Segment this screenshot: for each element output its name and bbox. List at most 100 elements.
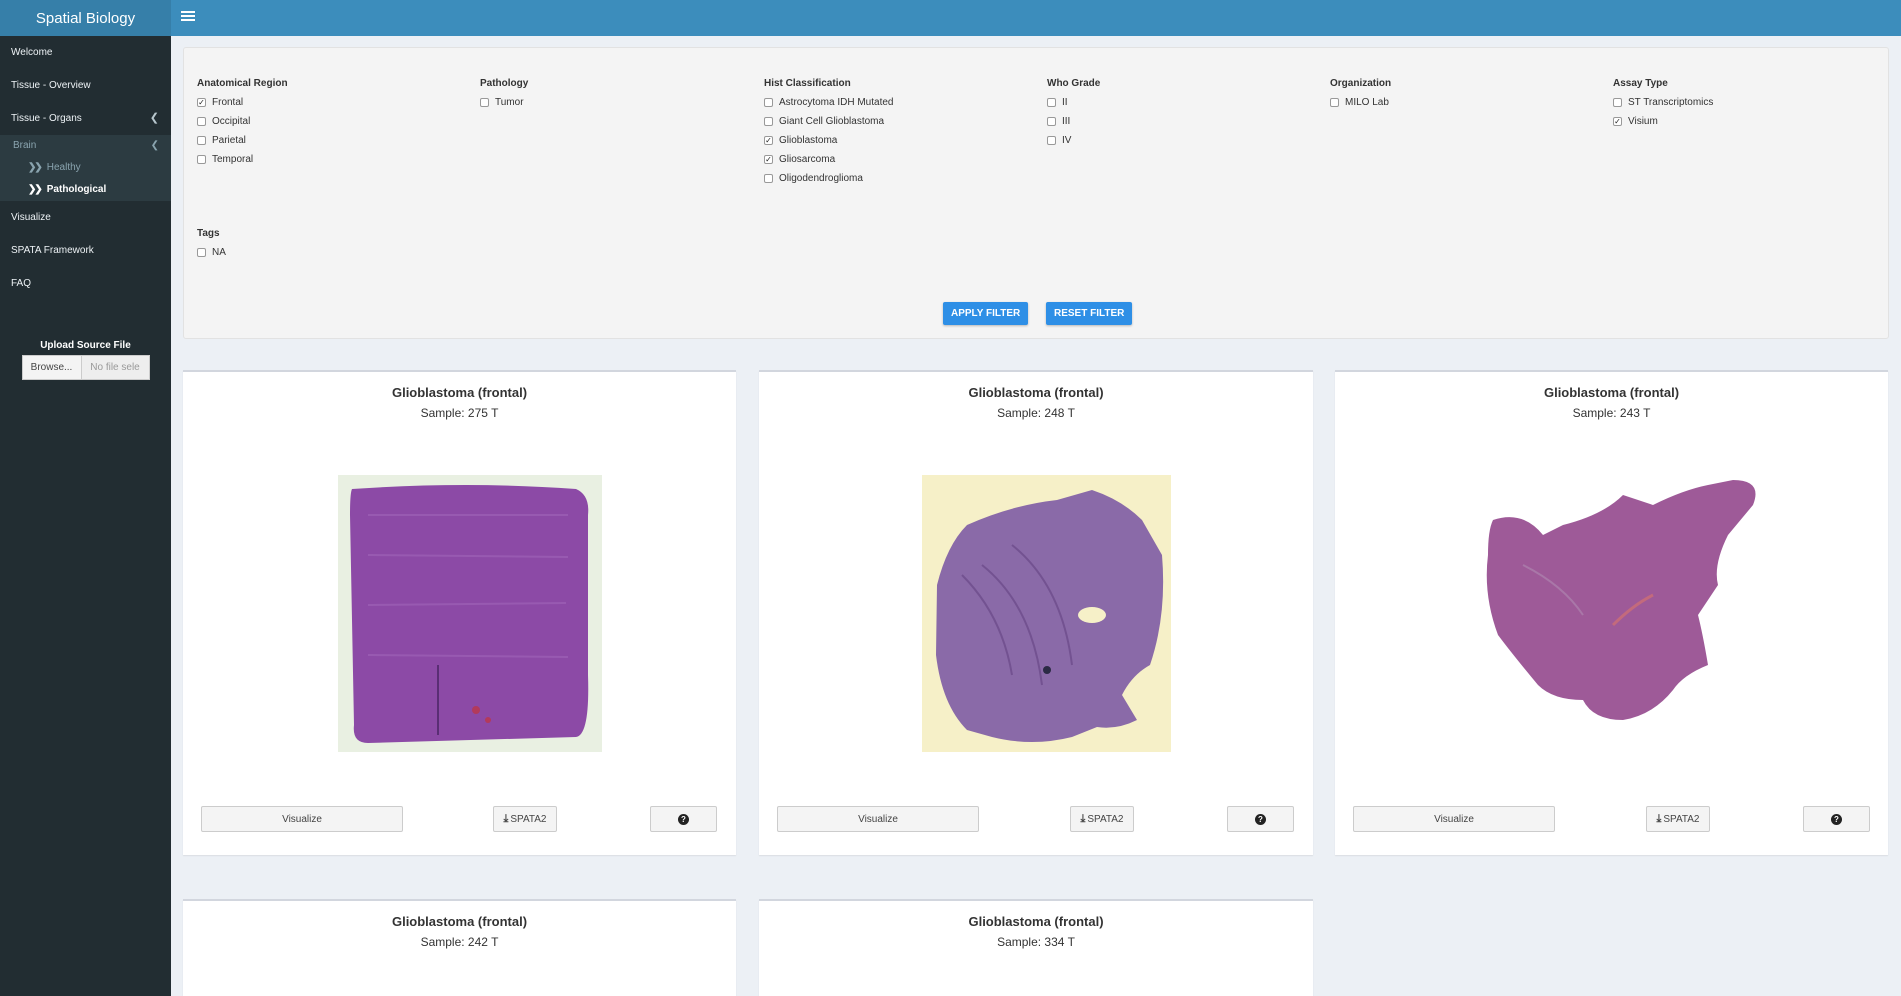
checkbox-grade-ii[interactable]: II xyxy=(1047,93,1100,112)
app-logo[interactable]: Spatial Biology xyxy=(0,0,171,36)
checkbox-gliosarcoma[interactable]: ✓ Gliosarcoma xyxy=(764,150,893,169)
button-label: Visualize xyxy=(282,813,322,825)
question-circle-icon: ? xyxy=(1831,813,1842,825)
option-label: Astrocytoma IDH Mutated xyxy=(779,97,894,108)
file-name-field[interactable]: No file sele xyxy=(81,355,150,380)
option-label: Glioblastoma xyxy=(779,135,838,146)
option-label: IV xyxy=(1062,135,1072,146)
visualize-button[interactable]: Visualize xyxy=(201,806,403,832)
sidebar-item-tissue-organs[interactable]: Tissue - Organs ❮ xyxy=(0,102,171,135)
download-spata2-button[interactable]: ⤓ SPATA2 xyxy=(493,806,557,832)
checkbox-icon xyxy=(1330,98,1339,107)
button-label: SPATA2 xyxy=(510,813,547,825)
checkbox-icon xyxy=(1047,117,1056,126)
chevron-left-icon: ❮ xyxy=(150,140,159,151)
filter-heading: Organization xyxy=(1330,78,1392,89)
checkbox-parietal[interactable]: Parietal xyxy=(197,131,288,150)
option-label: Temporal xyxy=(212,154,254,165)
visualize-button[interactable]: Visualize xyxy=(1353,806,1555,832)
sample-card: Glioblastoma (frontal) Sample: 334 T xyxy=(759,899,1313,996)
button-label: SPATA2 xyxy=(1663,813,1700,825)
card-title: Glioblastoma (frontal) xyxy=(1543,385,1680,400)
help-button[interactable]: ? xyxy=(650,806,717,832)
checkbox-icon xyxy=(480,98,489,107)
visualize-button[interactable]: Visualize xyxy=(777,806,979,832)
checkbox-icon: ✓ xyxy=(764,135,773,145)
sidebar-item-healthy[interactable]: ❯❯ Healthy xyxy=(0,157,171,179)
checkbox-tumor[interactable]: Tumor xyxy=(480,93,528,112)
sample-card: Glioblastoma (frontal) Sample: 275 T Vis… xyxy=(183,370,736,855)
card-sample: Sample: 242 T xyxy=(420,935,499,949)
sidebar-item-brain[interactable]: Brain ❮ xyxy=(0,135,171,157)
sample-card: Glioblastoma (frontal) Sample: 242 T xyxy=(183,899,736,996)
filter-organization: Organization MILO Lab xyxy=(1330,78,1391,112)
filter-heading: Hist Classification xyxy=(764,78,851,89)
sidebar-item-label: Healthy xyxy=(46,162,81,173)
checkbox-na[interactable]: NA xyxy=(197,243,226,262)
filter-heading: Who Grade xyxy=(1047,78,1101,89)
option-label: Gliosarcoma xyxy=(779,154,836,165)
filter-tags: Tags NA xyxy=(197,228,226,262)
filter-anatomical-region: Anatomical Region ✓ Frontal Occipital Par… xyxy=(197,78,288,169)
option-label: MILO Lab xyxy=(1345,97,1389,108)
checkbox-oligodendroglioma[interactable]: Oligodendroglioma xyxy=(764,169,893,188)
option-label: Frontal xyxy=(212,97,244,108)
checkbox-frontal[interactable]: ✓ Frontal xyxy=(197,93,288,112)
sidebar-item-visualize[interactable]: Visualize xyxy=(0,201,171,234)
double-chevron-right-icon: ❯❯ xyxy=(28,162,43,173)
option-label: Occipital xyxy=(212,116,251,127)
card-sample: Sample: 248 T xyxy=(997,406,1075,420)
filter-heading: Pathology xyxy=(480,78,529,89)
checkbox-temporal[interactable]: Temporal xyxy=(197,150,288,169)
browse-button[interactable]: Browse... xyxy=(21,355,82,380)
sidebar-item-label: Brain xyxy=(13,140,37,151)
card-title: Glioblastoma (frontal) xyxy=(968,914,1104,929)
checkbox-st-transcriptomics[interactable]: ST Transcriptomics xyxy=(1613,93,1713,112)
option-label: Giant Cell Glioblastoma xyxy=(779,116,885,127)
sample-card: Glioblastoma (frontal) Sample: 248 T Vis… xyxy=(759,370,1313,855)
checkbox-icon: ✓ xyxy=(764,154,773,164)
filter-panel: Anatomical Region ✓ Frontal Occipital Par… xyxy=(183,47,1889,339)
checkbox-icon xyxy=(1047,136,1056,145)
checkbox-milo-lab[interactable]: MILO Lab xyxy=(1330,93,1391,112)
checkbox-icon xyxy=(197,136,206,145)
option-label: Oligodendroglioma xyxy=(779,173,863,184)
checkbox-visium[interactable]: ✓ Visium xyxy=(1613,112,1713,131)
filter-who-grade: Who Grade II III IV xyxy=(1047,78,1100,150)
card-title: Glioblastoma (frontal) xyxy=(968,385,1104,400)
checkbox-occipital[interactable]: Occipital xyxy=(197,112,288,131)
download-spata2-button[interactable]: ⤓ SPATA2 xyxy=(1646,806,1710,832)
reset-filter-button[interactable]: RESET FILTER xyxy=(1046,302,1133,325)
checkbox-icon xyxy=(764,98,773,107)
checkbox-grade-iii[interactable]: III xyxy=(1047,112,1100,131)
card-sample: Sample: 275 T xyxy=(420,406,499,420)
download-spata2-button[interactable]: ⤓ SPATA2 xyxy=(1070,806,1134,832)
sidebar-item-spata-framework[interactable]: SPATA Framework xyxy=(0,234,171,267)
checkbox-icon xyxy=(764,117,773,126)
checkbox-glioblastoma[interactable]: ✓ Glioblastoma xyxy=(764,131,893,150)
sidebar-item-welcome[interactable]: Welcome xyxy=(0,36,171,69)
checkbox-giant-cell-glioblastoma[interactable]: Giant Cell Glioblastoma xyxy=(764,112,893,131)
chevron-left-icon: ❮ xyxy=(149,112,159,124)
checkbox-astrocytoma[interactable]: Astrocytoma IDH Mutated xyxy=(764,93,893,112)
help-button[interactable]: ? xyxy=(1803,806,1870,832)
apply-filter-button[interactable]: APPLY FILTER xyxy=(943,302,1029,325)
card-sample: Sample: 243 T xyxy=(1572,406,1651,420)
button-label: Visualize xyxy=(1434,813,1474,825)
checkbox-icon xyxy=(197,117,206,126)
filter-pathology: Pathology Tumor xyxy=(480,78,528,112)
sidebar-item-faq[interactable]: FAQ xyxy=(0,267,171,300)
checkbox-grade-iv[interactable]: IV xyxy=(1047,131,1100,150)
checkbox-icon: ✓ xyxy=(1613,116,1622,126)
sidebar-item-label: Tissue - Organs xyxy=(11,113,82,124)
filter-heading: Assay Type xyxy=(1613,78,1668,89)
question-circle-icon: ? xyxy=(678,813,689,825)
filter-hist-classification: Hist Classification Astrocytoma IDH Muta… xyxy=(764,78,893,188)
option-label: Tumor xyxy=(495,97,524,108)
sidebar-item-tissue-overview[interactable]: Tissue - Overview xyxy=(0,69,171,102)
sidebar-toggle-icon[interactable] xyxy=(181,9,195,25)
help-button[interactable]: ? xyxy=(1227,806,1294,832)
button-label: Visualize xyxy=(858,813,898,825)
sidebar-item-pathological[interactable]: ❯❯ Pathological xyxy=(0,179,171,201)
download-icon: ⤓ xyxy=(503,812,509,825)
